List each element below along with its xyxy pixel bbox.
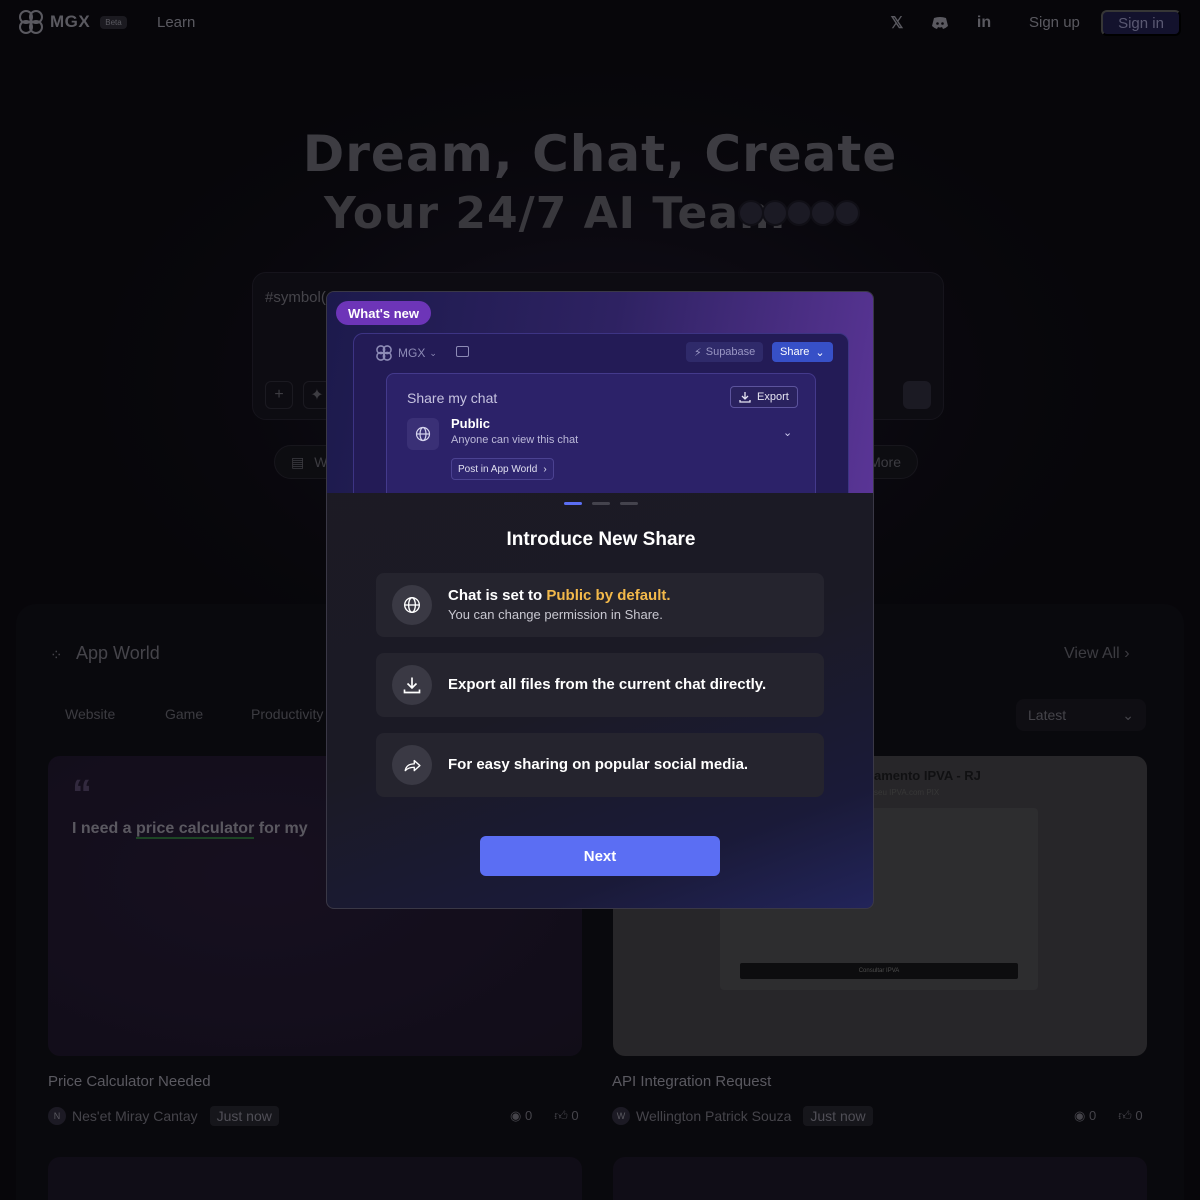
mgx-logo-icon [376,345,392,361]
export-label: Export [757,391,789,403]
share-panel: Share my chat Export Public Anyone can v… [386,373,816,493]
modal-title: Introduce New Share [506,529,696,550]
feature-highlight: Public by default. [546,587,671,604]
supabase-label: Supabase [705,346,756,358]
share-preview: MGX ⌄ ⚡︎ Supabase Share ⌄ Share my chat … [353,333,849,493]
feature-item: For easy sharing on popular social media… [376,733,824,797]
visibility-description: Anyone can view this chat [451,434,579,446]
feature-text-start: Chat is set to [448,587,547,604]
modal-preview-area: MGX ⌄ ⚡︎ Supabase Share ⌄ Share my chat … [327,292,873,493]
download-icon [392,665,432,705]
chevron-down-icon: ⌄ [429,347,437,358]
feature-item: Export all files from the current chat d… [376,653,824,717]
sidebar-toggle-icon [456,346,469,357]
preview-logo: MGX ⌄ [374,344,437,362]
preview-share-button: Share ⌄ [772,342,833,362]
whats-new-modal: MGX ⌄ ⚡︎ Supabase Share ⌄ Share my chat … [326,291,874,909]
post-in-app-world-button: Post in App World › [451,458,554,480]
feature-text: Chat is set to Public by default. [448,587,671,604]
pagination-dot[interactable] [620,502,638,505]
visibility-label: Public [451,416,491,431]
preview-supabase-button: ⚡︎ Supabase [686,342,764,362]
page: MGX Beta Learn 𝕏 in Sign up Sign in Drea… [0,0,1200,1200]
chevron-down-icon: ⌄ [783,427,793,439]
feature-item: Chat is set to Public by default. You ca… [376,573,824,637]
share-label: Share [780,346,810,358]
post-label: Post in App World [458,463,538,475]
chevron-down-icon: ⌄ [815,346,825,359]
pagination-dots [564,502,638,505]
globe-icon [392,585,432,625]
feature-text: For easy sharing on popular social media… [448,756,749,773]
pagination-dot-active[interactable] [564,502,582,505]
pagination-dot[interactable] [592,502,610,505]
feature-text: Export all files from the current chat d… [448,676,767,693]
chevron-right-icon: › [543,463,547,475]
globe-icon [407,418,439,450]
preview-logo-text: MGX [398,346,426,360]
next-button[interactable]: Next [480,836,720,876]
share-panel-title: Share my chat [407,390,498,406]
whats-new-badge: What's new [336,301,431,325]
bolt-icon: ⚡︎ [694,346,702,359]
download-icon [739,392,751,403]
preview-export-button: Export [730,386,798,408]
share-icon [392,745,432,785]
feature-subtext: You can change permission in Share. [448,607,663,622]
